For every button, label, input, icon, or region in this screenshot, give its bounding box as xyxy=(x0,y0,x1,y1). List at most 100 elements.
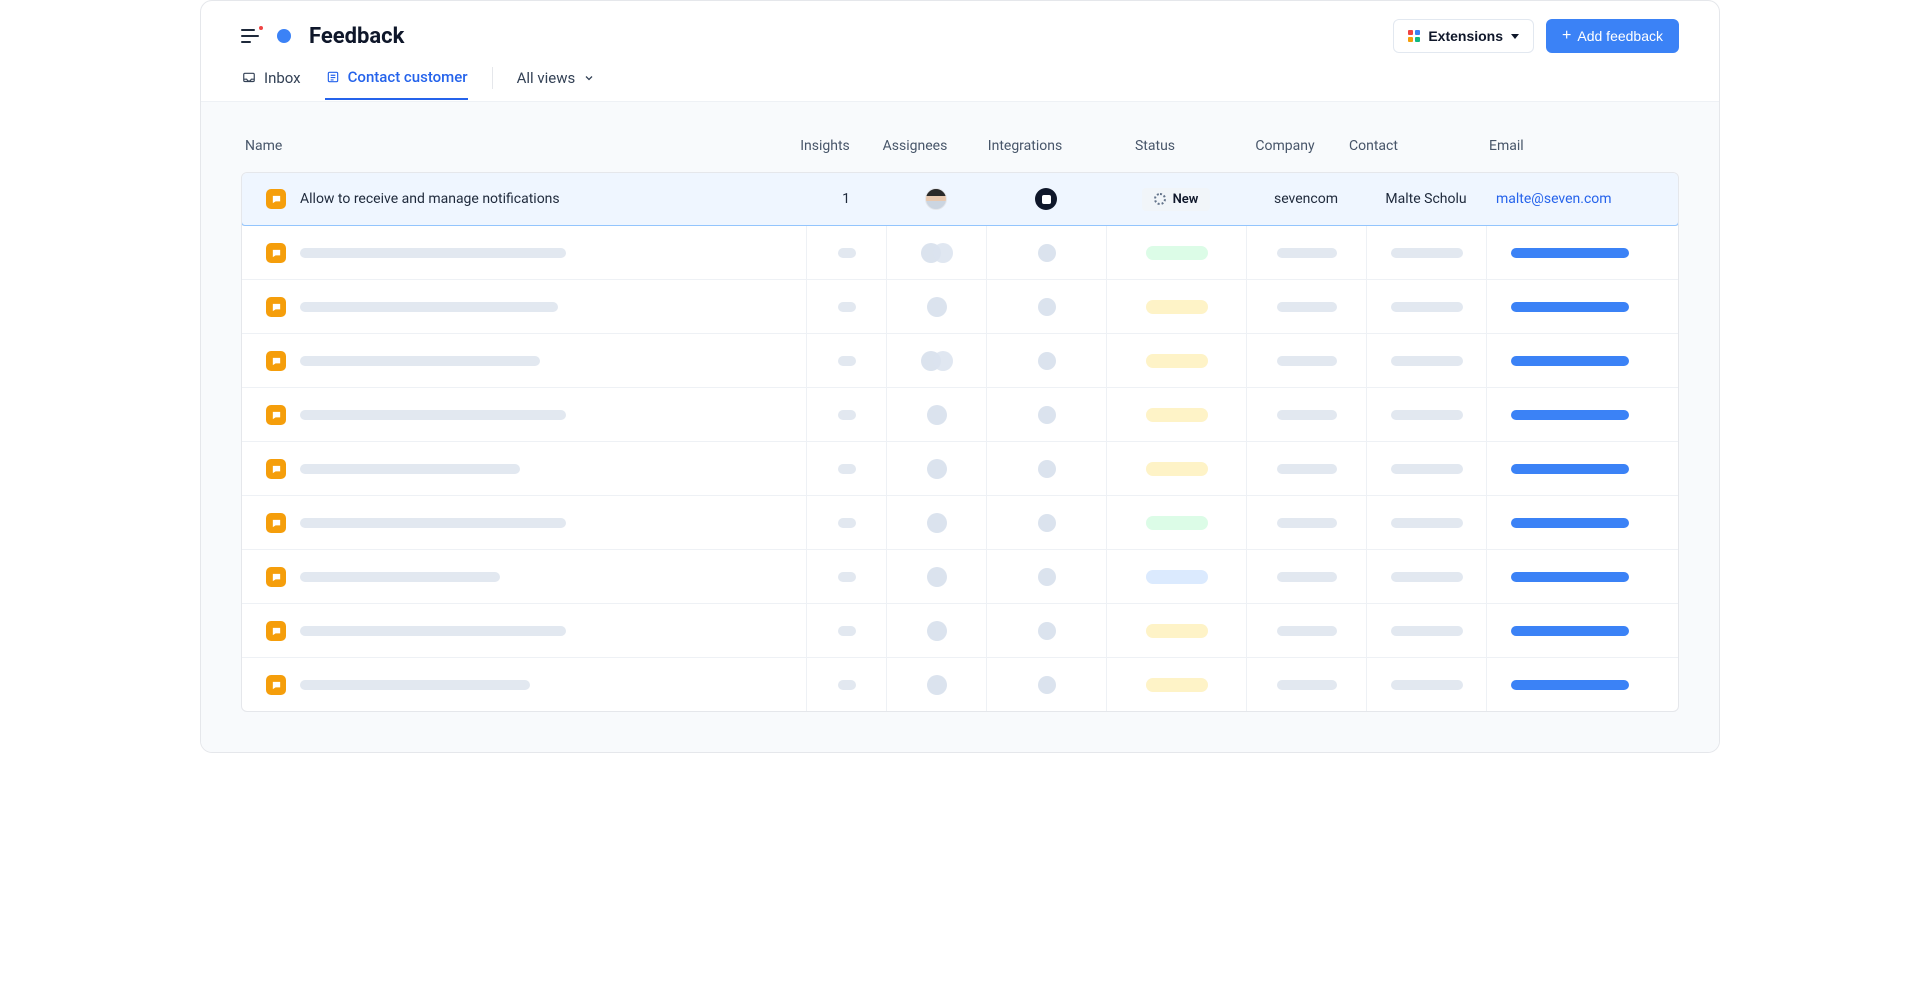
contact-placeholder xyxy=(1391,464,1463,474)
contact-placeholder xyxy=(1391,356,1463,366)
status-placeholder xyxy=(1146,624,1208,638)
status-pill[interactable]: New xyxy=(1142,188,1211,211)
extensions-grid-icon xyxy=(1408,30,1420,42)
table-row[interactable] xyxy=(242,333,1678,387)
column-email[interactable]: Email xyxy=(1465,138,1665,154)
table-body: Allow to receive and manage notification… xyxy=(241,172,1679,712)
insights-placeholder xyxy=(838,626,856,636)
row-name-placeholder xyxy=(300,302,558,312)
company-placeholder xyxy=(1277,464,1337,474)
company-placeholder xyxy=(1277,518,1337,528)
email-placeholder xyxy=(1511,410,1629,420)
assignee-avatar[interactable] xyxy=(925,188,947,210)
column-assignees[interactable]: Assignees xyxy=(865,138,965,154)
caret-down-icon xyxy=(1511,34,1519,39)
extensions-button[interactable]: Extensions xyxy=(1393,19,1534,53)
column-status[interactable]: Status xyxy=(1085,138,1225,154)
row-contact: Malte Scholu xyxy=(1366,191,1486,207)
insights-placeholder xyxy=(838,464,856,474)
notification-dot-icon xyxy=(257,24,265,32)
table-row[interactable] xyxy=(242,441,1678,495)
email-placeholder xyxy=(1511,572,1629,582)
tab-inbox-label: Inbox xyxy=(264,69,301,87)
column-company[interactable]: Company xyxy=(1225,138,1345,154)
plus-icon: + xyxy=(1562,28,1571,44)
column-integrations[interactable]: Integrations xyxy=(965,138,1085,154)
email-placeholder xyxy=(1511,464,1629,474)
feedback-item-icon xyxy=(266,621,286,641)
row-insights: 1 xyxy=(806,191,886,207)
status-label: New xyxy=(1173,192,1199,207)
status-placeholder xyxy=(1146,570,1208,584)
row-name-placeholder xyxy=(300,410,566,420)
integration-placeholder xyxy=(1038,622,1056,640)
assignee-placeholder xyxy=(927,297,947,317)
all-views-dropdown[interactable]: All views xyxy=(517,69,596,99)
integration-placeholder xyxy=(1038,676,1056,694)
feedback-item-icon xyxy=(266,189,286,209)
table-row[interactable] xyxy=(242,657,1678,711)
assignee-placeholder xyxy=(921,351,953,371)
email-placeholder xyxy=(1511,248,1629,258)
assignee-placeholder xyxy=(927,621,947,641)
contact-placeholder xyxy=(1391,410,1463,420)
integration-placeholder xyxy=(1038,568,1056,586)
column-contact[interactable]: Contact xyxy=(1345,138,1465,154)
email-placeholder xyxy=(1511,302,1629,312)
table-row[interactable] xyxy=(242,549,1678,603)
add-feedback-button[interactable]: + Add feedback xyxy=(1546,19,1679,53)
row-name-placeholder xyxy=(300,680,530,690)
integration-placeholder xyxy=(1038,244,1056,262)
extensions-label: Extensions xyxy=(1428,28,1503,44)
status-placeholder xyxy=(1146,678,1208,692)
row-name-placeholder xyxy=(300,626,566,636)
assignee-placeholder xyxy=(927,567,947,587)
status-spinner-icon xyxy=(1154,193,1166,205)
menu-toggle[interactable] xyxy=(241,29,259,43)
company-placeholder xyxy=(1277,572,1337,582)
feedback-item-icon xyxy=(266,513,286,533)
row-name-placeholder xyxy=(300,518,566,528)
integration-placeholder xyxy=(1038,514,1056,532)
table-row[interactable] xyxy=(242,225,1678,279)
email-placeholder xyxy=(1511,356,1629,366)
tab-divider xyxy=(492,67,493,89)
integration-badge[interactable] xyxy=(1035,188,1057,210)
table-row[interactable] xyxy=(242,279,1678,333)
status-placeholder xyxy=(1146,408,1208,422)
email-placeholder xyxy=(1511,626,1629,636)
contact-placeholder xyxy=(1391,680,1463,690)
assignee-placeholder xyxy=(927,405,947,425)
insights-placeholder xyxy=(838,680,856,690)
insights-placeholder xyxy=(838,248,856,258)
insights-placeholder xyxy=(838,518,856,528)
tab-contact-customer[interactable]: Contact customer xyxy=(325,68,468,100)
row-email-link[interactable]: malte@seven.com xyxy=(1496,191,1612,207)
company-placeholder xyxy=(1277,248,1337,258)
row-name-placeholder xyxy=(300,248,566,258)
table-row[interactable] xyxy=(242,495,1678,549)
insights-placeholder xyxy=(838,572,856,582)
table-row[interactable]: Allow to receive and manage notification… xyxy=(241,172,1679,226)
insights-placeholder xyxy=(838,410,856,420)
column-insights[interactable]: Insights xyxy=(785,138,865,154)
list-icon xyxy=(325,70,341,84)
row-name-placeholder xyxy=(300,464,520,474)
integration-placeholder xyxy=(1038,406,1056,424)
column-name[interactable]: Name xyxy=(245,138,785,154)
integration-placeholder xyxy=(1038,298,1056,316)
row-name-placeholder xyxy=(300,356,540,366)
assignee-placeholder xyxy=(927,459,947,479)
status-placeholder xyxy=(1146,300,1208,314)
row-company: sevencom xyxy=(1246,191,1366,207)
tab-inbox[interactable]: Inbox xyxy=(241,69,301,99)
add-feedback-label: Add feedback xyxy=(1577,28,1663,44)
company-placeholder xyxy=(1277,410,1337,420)
table-row[interactable] xyxy=(242,603,1678,657)
table-row[interactable] xyxy=(242,387,1678,441)
feedback-item-icon xyxy=(266,405,286,425)
status-placeholder xyxy=(1146,462,1208,476)
app-icon xyxy=(273,25,295,47)
feedback-item-icon xyxy=(266,459,286,479)
inbox-icon xyxy=(241,71,257,85)
